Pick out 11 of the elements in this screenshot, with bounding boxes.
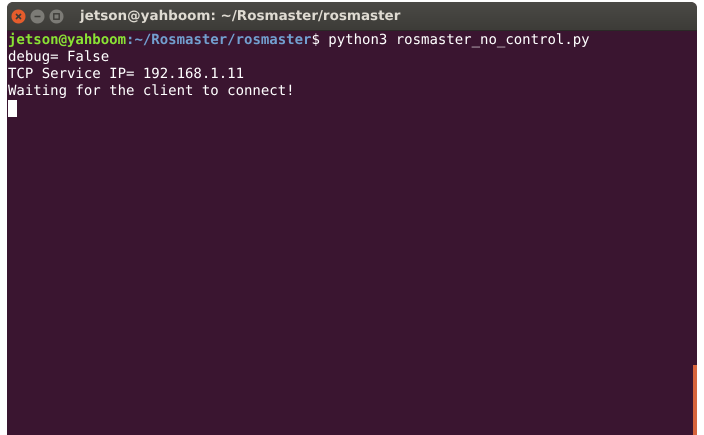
window-title: jetson@yahboom: ~/Rosmaster/rosmaster <box>80 8 400 24</box>
prompt-path: :~/Rosmaster/rosmaster <box>126 32 312 49</box>
close-icon[interactable] <box>11 8 26 24</box>
output-line: TCP Service IP= 192.168.1.11 <box>8 66 244 83</box>
output-line: Waiting for the client to connect! <box>8 83 295 100</box>
output-line: debug= False <box>8 49 110 66</box>
scrollbar-thumb[interactable] <box>693 365 697 435</box>
prompt-user: jetson@yahboom <box>8 32 126 49</box>
command-text: $ python3 rosmaster_no_control.py <box>311 32 590 49</box>
maximize-icon[interactable] <box>49 8 64 24</box>
minimize-icon[interactable] <box>30 8 45 24</box>
